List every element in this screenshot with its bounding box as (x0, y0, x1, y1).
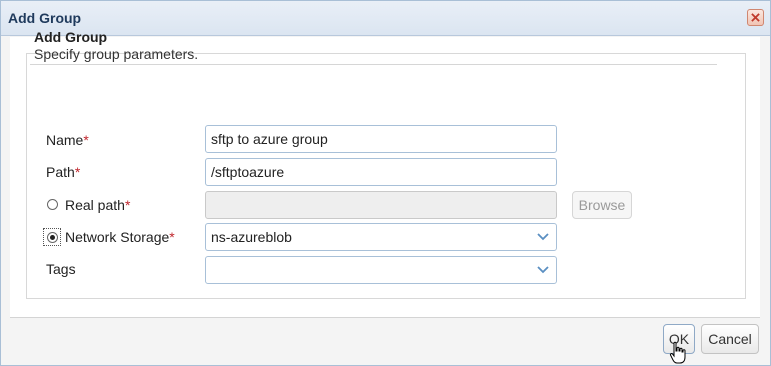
chevron-down-icon (537, 266, 549, 274)
network-storage-value: ns-azureblob (211, 229, 292, 245)
network-storage-radio[interactable] (47, 232, 58, 243)
add-group-dialog: Add Group Add Group Specify group parame… (0, 0, 771, 366)
network-storage-label-text: Network Storage (65, 229, 170, 245)
path-input[interactable]: /sftptoazure (205, 158, 557, 186)
real-path-label[interactable]: Real path* (65, 197, 130, 213)
real-path-label-text: Real path (65, 197, 125, 213)
dialog-titlebar[interactable]: Add Group (1, 1, 770, 36)
name-input[interactable]: sftp to azure group (205, 125, 557, 153)
path-required-mark: * (74, 164, 81, 180)
close-icon (751, 13, 760, 22)
cancel-button[interactable]: Cancel (701, 324, 759, 354)
network-storage-select[interactable]: ns-azureblob (205, 223, 557, 251)
name-label-text: Name (46, 132, 84, 148)
name-required-mark: * (83, 132, 89, 148)
chevron-down-icon (537, 233, 549, 241)
section-divider (30, 64, 717, 65)
real-path-input (205, 191, 557, 219)
tags-label: Tags (46, 261, 76, 277)
network-storage-dropdown-button[interactable] (530, 224, 556, 250)
section-title: Add Group (34, 29, 108, 45)
tags-dropdown-button[interactable] (530, 257, 556, 283)
path-label-text: Path (46, 164, 75, 180)
browse-button: Browse (572, 191, 632, 219)
hand-cursor-icon (669, 341, 686, 364)
network-storage-required-mark: * (169, 229, 175, 245)
path-label: Path* (46, 164, 80, 180)
close-button[interactable] (747, 9, 764, 26)
tags-select[interactable] (205, 256, 557, 284)
section-subtitle: Specify group parameters. (34, 46, 199, 62)
real-path-radio[interactable] (47, 199, 58, 210)
dialog-title: Add Group (8, 10, 82, 26)
real-path-required-mark: * (124, 197, 131, 213)
name-label: Name* (46, 132, 89, 148)
network-storage-label[interactable]: Network Storage* (65, 229, 175, 245)
